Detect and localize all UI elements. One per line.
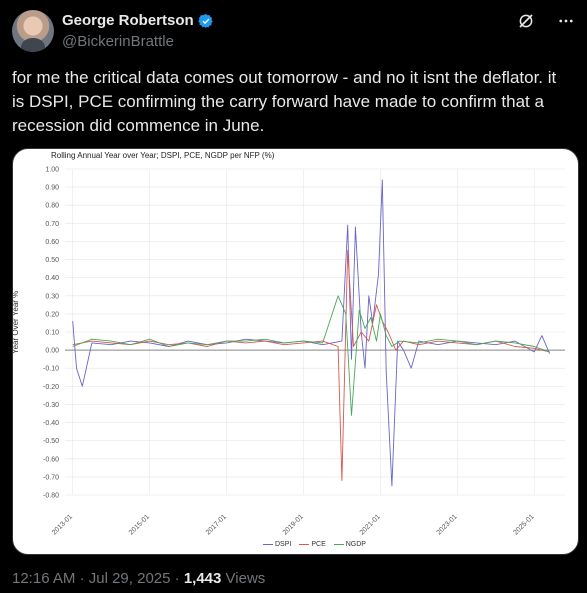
y-tick-label: 0.40: [45, 275, 59, 282]
y-tick-label: -0.60: [43, 456, 59, 463]
series-line-pce: [72, 250, 550, 481]
tweet-date[interactable]: Jul 29, 2025: [89, 570, 171, 587]
x-tick-label: 2015-01: [128, 513, 151, 536]
legend-item-ngdp: NGDP: [333, 541, 366, 548]
y-tick-label: -0.80: [43, 493, 59, 500]
tweet-time[interactable]: 12:16 AM: [12, 570, 75, 587]
y-tick-label: 0.20: [45, 311, 59, 318]
x-tick-label: 2023-01: [436, 513, 459, 536]
legend-label-dspi: DSPI: [275, 541, 292, 548]
chart-legend: DSPI PCE NGDP: [263, 541, 366, 548]
tweet-text: for me the critical data comes out tomor…: [12, 68, 561, 135]
chart-svg: 1.00 0.90 0.80 0.70 0.60 0.50 0.40 0.30 0.20 0.10…: [43, 167, 565, 537]
series-line-dspi: [72, 179, 551, 487]
x-tick-label: 2025-01: [513, 513, 536, 536]
y-tick-label: -0.40: [43, 420, 59, 427]
y-tick-label: -0.20: [43, 384, 59, 391]
author-name-row: George Robertson: [62, 12, 214, 29]
author-display-name[interactable]: George Robertson: [62, 12, 194, 29]
y-tick-label: 1.00: [45, 167, 59, 174]
ellipsis-icon: [559, 19, 573, 23]
y-tick-label: -0.70: [43, 474, 59, 481]
y-tick-label: 0.60: [45, 239, 59, 246]
legend-item-dspi: DSPI: [263, 541, 291, 548]
y-tick-label: 0.10: [45, 330, 59, 337]
x-tick-label: 2013-01: [51, 513, 74, 536]
x-tick-label: 2019-01: [282, 513, 305, 536]
views-count: 1,443: [183, 570, 222, 587]
legend-label-ngdp: NGDP: [345, 541, 366, 548]
x-tick-label: 2017-01: [205, 513, 228, 536]
more-options-icon[interactable]: [557, 12, 575, 30]
author-handle[interactable]: @BickerinBrattle: [62, 33, 174, 50]
tweet-actions-top: [517, 12, 575, 30]
grok-slash-icon: [519, 14, 533, 28]
legend-label-pce: PCE: [311, 541, 326, 548]
y-tick-label: 0.30: [45, 293, 59, 300]
grok-icon[interactable]: [517, 12, 535, 30]
views-label: Views: [225, 570, 266, 587]
legend-item-pce: PCE: [299, 541, 326, 548]
y-tick-label: -0.30: [43, 402, 59, 409]
x-tick-label: 2021-01: [359, 513, 382, 536]
tweet-media-chart[interactable]: Rolling Annual Year over Year; DSPI, PCE…: [12, 148, 579, 555]
y-tick-label: 0.50: [45, 257, 59, 264]
user-avatar[interactable]: [12, 10, 54, 52]
y-tick-label: 0.80: [45, 203, 59, 210]
y-tick-label: -0.50: [43, 438, 59, 445]
y-tick-label: -0.10: [43, 366, 59, 373]
y-tick-label: 0.90: [45, 185, 59, 192]
y-tick-label: 0.00: [45, 348, 59, 355]
verified-badge-icon: [198, 13, 213, 28]
y-tick-label: 0.70: [45, 221, 59, 228]
tweet-footer: 12:16 AM · Jul 29, 2025 · 1,443 Views: [12, 570, 266, 587]
